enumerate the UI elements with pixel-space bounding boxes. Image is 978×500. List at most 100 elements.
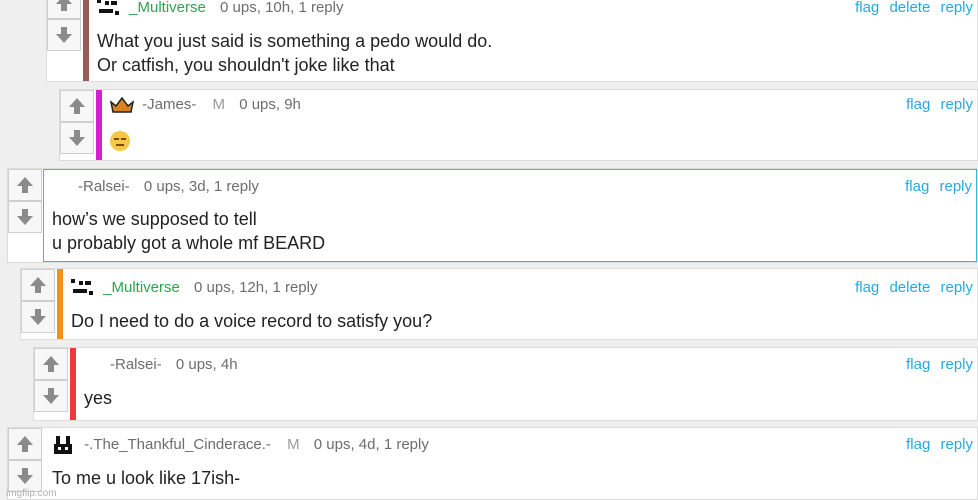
- username-link[interactable]: -.The_Thankful_Cinderace.-: [84, 436, 271, 453]
- comment-body: -.The_Thankful_Cinderace.- M 0 ups, 4d, …: [44, 428, 977, 499]
- arrow-down-icon: [30, 309, 46, 325]
- comment-text: how’s we supposed to tell u probably got…: [52, 207, 325, 255]
- arrow-up-icon: [43, 356, 59, 372]
- comment-header: _Multiverse 0 ups, 10h, 1 reply: [97, 0, 971, 19]
- arrow-up-icon: [56, 0, 72, 11]
- username-link[interactable]: -Ralsei-: [78, 178, 130, 195]
- vote-controls: [21, 269, 57, 333]
- comment-line: Do I need to do a voice record to satisf…: [71, 311, 433, 331]
- mod-badge: M: [212, 96, 226, 113]
- arrow-down-icon: [69, 130, 85, 146]
- reply-link[interactable]: reply: [939, 178, 972, 195]
- arrow-up-icon: [30, 277, 46, 293]
- flag-link[interactable]: flag: [905, 178, 929, 195]
- reply-link[interactable]: reply: [940, 436, 973, 453]
- username-link[interactable]: -Ralsei-: [110, 356, 162, 373]
- comment-body: -James- M 0 ups, 9h flag reply: [96, 90, 977, 160]
- downvote-button[interactable]: [47, 19, 81, 51]
- comment-line: how’s we supposed to tell: [52, 209, 257, 229]
- comment-6: -.The_Thankful_Cinderace.- M 0 ups, 4d, …: [7, 427, 978, 500]
- comment-actions: flag delete reply: [849, 0, 973, 16]
- comment-line: To me u look like 17ish-: [52, 468, 241, 488]
- username-link[interactable]: _Multiverse: [129, 0, 206, 16]
- vote-controls: [34, 348, 70, 412]
- upvote-button[interactable]: [8, 428, 42, 460]
- arrow-down-icon: [56, 27, 72, 43]
- delete-link[interactable]: delete: [889, 0, 930, 16]
- arrow-down-icon: [17, 209, 33, 225]
- arrow-down-icon: [43, 388, 59, 404]
- upvote-button[interactable]: [8, 169, 42, 201]
- flag-link[interactable]: flag: [906, 96, 930, 113]
- arrow-up-icon: [69, 98, 85, 114]
- crown-avatar-icon: [110, 96, 134, 113]
- comment-meta: 0 ups, 9h: [239, 96, 301, 113]
- comment-meta: 0 ups, 10h, 1 reply: [220, 0, 344, 16]
- comment-header: _Multiverse 0 ups, 12h, 1 reply: [71, 279, 971, 299]
- comment-meta: 0 ups, 4d, 1 reply: [313, 436, 429, 453]
- vote-controls: [8, 169, 44, 233]
- expressionless-face-emoji: [110, 131, 130, 152]
- arrow-down-icon: [17, 468, 33, 484]
- username-link[interactable]: -James-: [142, 96, 196, 113]
- reply-link[interactable]: reply: [940, 0, 973, 16]
- comment-line: What you just said is something a pedo w…: [97, 31, 493, 51]
- comment-line: u probably got a whole mf BEARD: [52, 233, 326, 253]
- vote-controls: [47, 0, 83, 51]
- username-link[interactable]: _Multiverse: [103, 279, 180, 296]
- comment-text: To me u look like 17ish-: [52, 466, 240, 490]
- comment-meta: 0 ups, 12h, 1 reply: [194, 279, 318, 296]
- pixel-avatar-icon: [97, 0, 119, 16]
- reply-link[interactable]: reply: [940, 96, 973, 113]
- comment-body: -Ralsei- 0 ups, 3d, 1 reply flag reply h…: [43, 169, 977, 262]
- comment-header: -Ralsei- 0 ups, 3d, 1 reply: [78, 178, 970, 198]
- comment-actions: flag delete reply: [849, 279, 973, 296]
- comment-1: _Multiverse 0 ups, 10h, 1 reply flag del…: [46, 0, 978, 82]
- comment-actions: flag reply: [899, 178, 972, 195]
- comment-3: -Ralsei- 0 ups, 3d, 1 reply flag reply h…: [7, 168, 978, 263]
- comment-header: -James- M 0 ups, 9h: [110, 96, 971, 116]
- upvote-button[interactable]: [21, 269, 55, 301]
- flag-link[interactable]: flag: [906, 356, 930, 373]
- upvote-button[interactable]: [60, 90, 94, 122]
- comment-text: yes: [84, 386, 112, 410]
- flag-link[interactable]: flag: [855, 279, 879, 296]
- reply-link[interactable]: reply: [940, 356, 973, 373]
- watermark: imgflip.com: [6, 488, 57, 499]
- comment-header: -.The_Thankful_Cinderace.- M 0 ups, 4d, …: [52, 436, 971, 456]
- upvote-button[interactable]: [34, 348, 68, 380]
- arrow-up-icon: [17, 177, 33, 193]
- comment-body: _Multiverse 0 ups, 12h, 1 reply flag del…: [57, 269, 977, 339]
- comment-meta: 0 ups, 3d, 1 reply: [143, 178, 259, 195]
- comment-body: -Ralsei- 0 ups, 4h flag reply yes: [70, 348, 977, 420]
- reply-link[interactable]: reply: [940, 279, 973, 296]
- comment-actions: flag reply: [900, 356, 973, 373]
- delete-link[interactable]: delete: [889, 279, 930, 296]
- comment-text: Do I need to do a voice record to satisf…: [71, 309, 432, 333]
- comment-line: Or catfish, you shouldn't joke like that: [97, 55, 395, 75]
- downvote-button[interactable]: [8, 201, 42, 233]
- vote-controls: [8, 428, 44, 492]
- downvote-button[interactable]: [34, 380, 68, 412]
- flag-link[interactable]: flag: [855, 0, 879, 16]
- comment-text: [110, 128, 130, 152]
- comment-actions: flag reply: [900, 96, 973, 113]
- upvote-button[interactable]: [47, 0, 81, 19]
- comment-header: -Ralsei- 0 ups, 4h: [110, 356, 971, 376]
- comment-actions: flag reply: [900, 436, 973, 453]
- comment-line: yes: [84, 388, 113, 408]
- downvote-button[interactable]: [60, 122, 94, 154]
- arrow-up-icon: [17, 436, 33, 452]
- mod-badge: M: [287, 436, 300, 453]
- downvote-button[interactable]: [21, 301, 55, 333]
- vote-controls: [60, 90, 96, 154]
- comment-2: -James- M 0 ups, 9h flag reply: [59, 89, 978, 161]
- flag-link[interactable]: flag: [906, 436, 930, 453]
- comment-meta: 0 ups, 4h: [175, 356, 238, 373]
- comment-text: What you just said is something a pedo w…: [97, 29, 492, 77]
- pixel-bunny-avatar-icon: [54, 436, 72, 455]
- comment-5: -Ralsei- 0 ups, 4h flag reply yes: [33, 347, 978, 421]
- pixel-avatar-icon: [71, 279, 93, 296]
- comment-4: _Multiverse 0 ups, 12h, 1 reply flag del…: [20, 268, 978, 340]
- comment-body: _Multiverse 0 ups, 10h, 1 reply flag del…: [83, 0, 977, 81]
